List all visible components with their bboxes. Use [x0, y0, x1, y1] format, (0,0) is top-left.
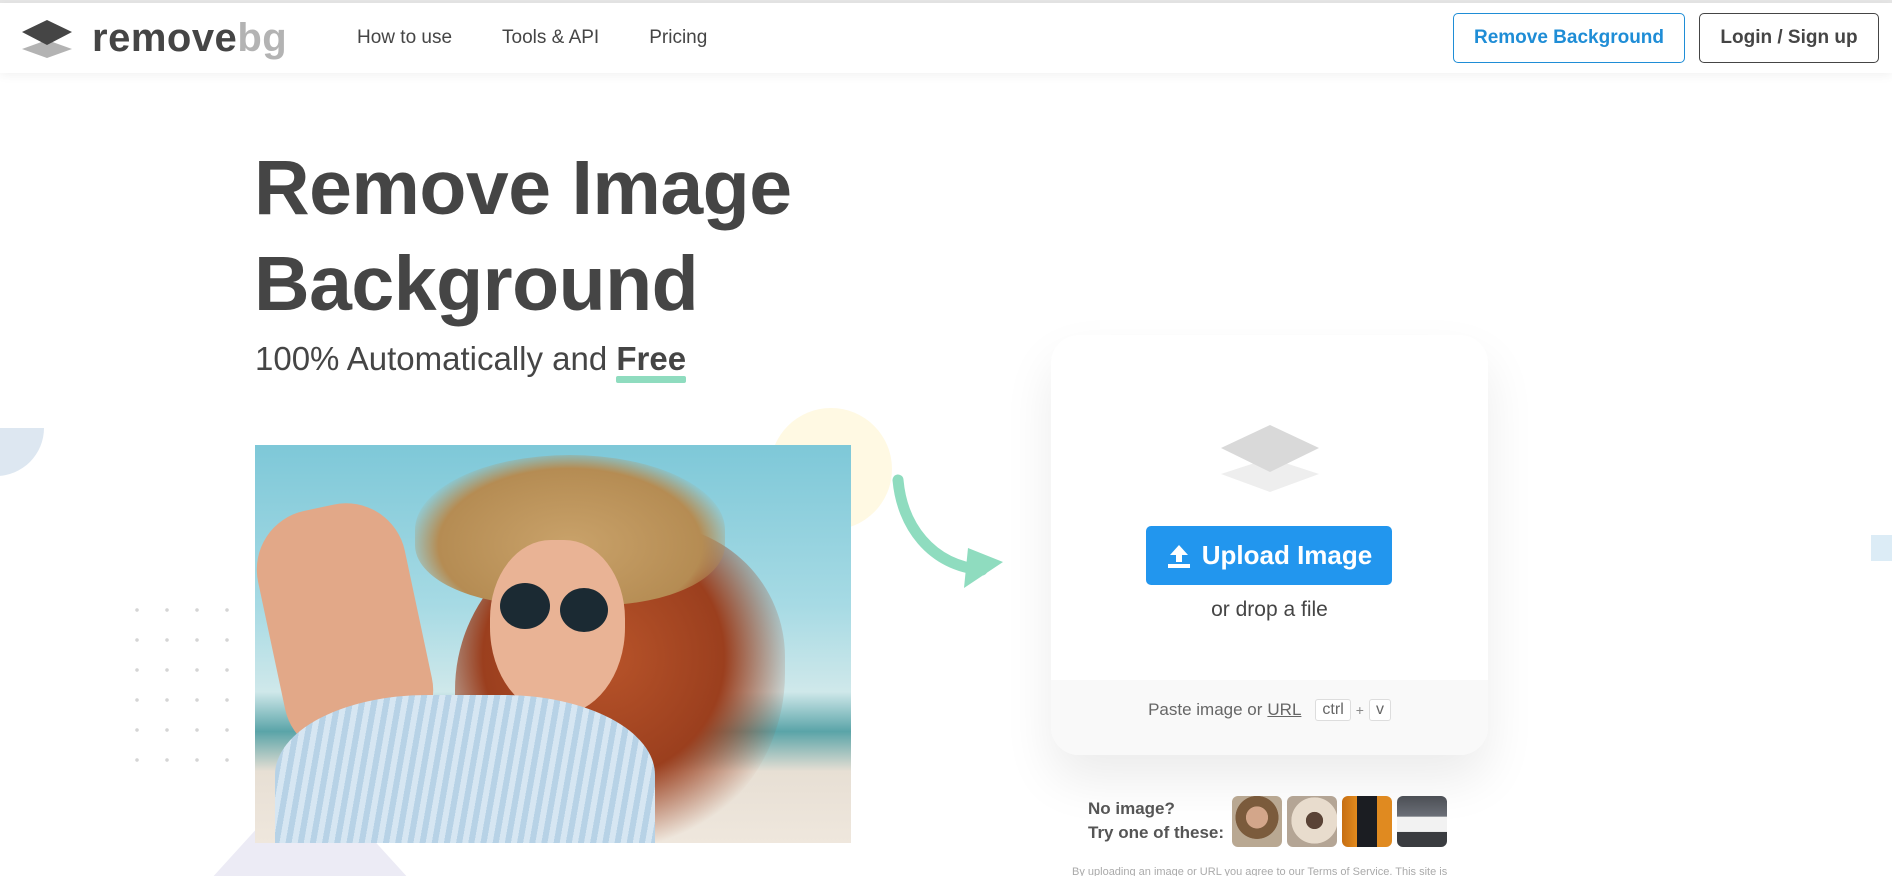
login-signup-button[interactable]: Login / Sign up [1699, 13, 1879, 63]
hero-subtitle-free: Free [616, 340, 687, 377]
nav-pricing[interactable]: Pricing [649, 27, 707, 49]
nav-tools-api[interactable]: Tools & API [502, 27, 599, 49]
logo-remove-text: remove [92, 16, 238, 60]
paste-text: Paste image or [1148, 700, 1263, 719]
keyboard-shortcut: ctrl + v [1315, 699, 1391, 721]
sample-thumbnail-car[interactable] [1397, 796, 1447, 847]
header: removebg How to use Tools & API Pricing … [0, 3, 1892, 73]
key-v: v [1368, 699, 1391, 721]
main-nav: How to use Tools & API Pricing [357, 3, 707, 73]
drop-file-text: or drop a file [1211, 598, 1328, 621]
logo-layers-icon [22, 20, 72, 58]
decoration-dots [122, 595, 262, 780]
hero-image-sunglasses-left [500, 583, 550, 629]
hero-image-shirt [275, 695, 655, 843]
decoration-square [1871, 535, 1892, 561]
decoration-half-circle [0, 428, 44, 476]
try-samples-line2: Try one of these: [1088, 823, 1225, 842]
upload-icon [1167, 544, 1190, 568]
hero-title-line1: Remove Image [254, 145, 792, 231]
sample-thumbnail-cat[interactable] [1287, 796, 1337, 847]
logo[interactable]: removebg [20, 18, 287, 58]
key-ctrl: ctrl [1315, 699, 1351, 721]
sample-thumbnails [1232, 796, 1447, 847]
hero-image [255, 445, 851, 843]
hero-image-sunglasses-right [560, 588, 608, 632]
layers-icon [1221, 425, 1319, 492]
key-plus: + [1355, 702, 1364, 718]
upload-image-label: Upload Image [1201, 540, 1373, 570]
hero-subtitle-prefix: 100% Automatically and [255, 340, 617, 377]
remove-background-button[interactable]: Remove Background [1453, 13, 1685, 63]
terms-text: By uploading an image or URL you agree t… [1072, 866, 1448, 876]
logo-bg-text: bg [237, 16, 288, 60]
upload-card[interactable]: Upload Image or drop a file Paste image … [1051, 335, 1488, 755]
try-samples-line1: No image? [1088, 799, 1175, 818]
hero-image-face [490, 540, 625, 715]
sample-thumbnail-phone[interactable] [1342, 796, 1392, 847]
curved-arrow-icon [892, 474, 1003, 588]
paste-row: Paste image or URL ctrl + v [1051, 695, 1488, 725]
hero-subtitle: 100% Automatically and Free [255, 340, 686, 378]
try-samples-text: No image? Try one of these: [1088, 797, 1224, 845]
hero-title-line2: Background [254, 241, 699, 327]
url-link[interactable]: URL [1267, 700, 1301, 720]
nav-how-to-use[interactable]: How to use [357, 27, 452, 49]
sample-thumbnail-woman[interactable] [1232, 796, 1282, 847]
logo-text: removebg [92, 18, 287, 58]
hero-title: Remove Image Background [254, 140, 954, 332]
upload-image-button[interactable]: Upload Image [1146, 526, 1392, 585]
